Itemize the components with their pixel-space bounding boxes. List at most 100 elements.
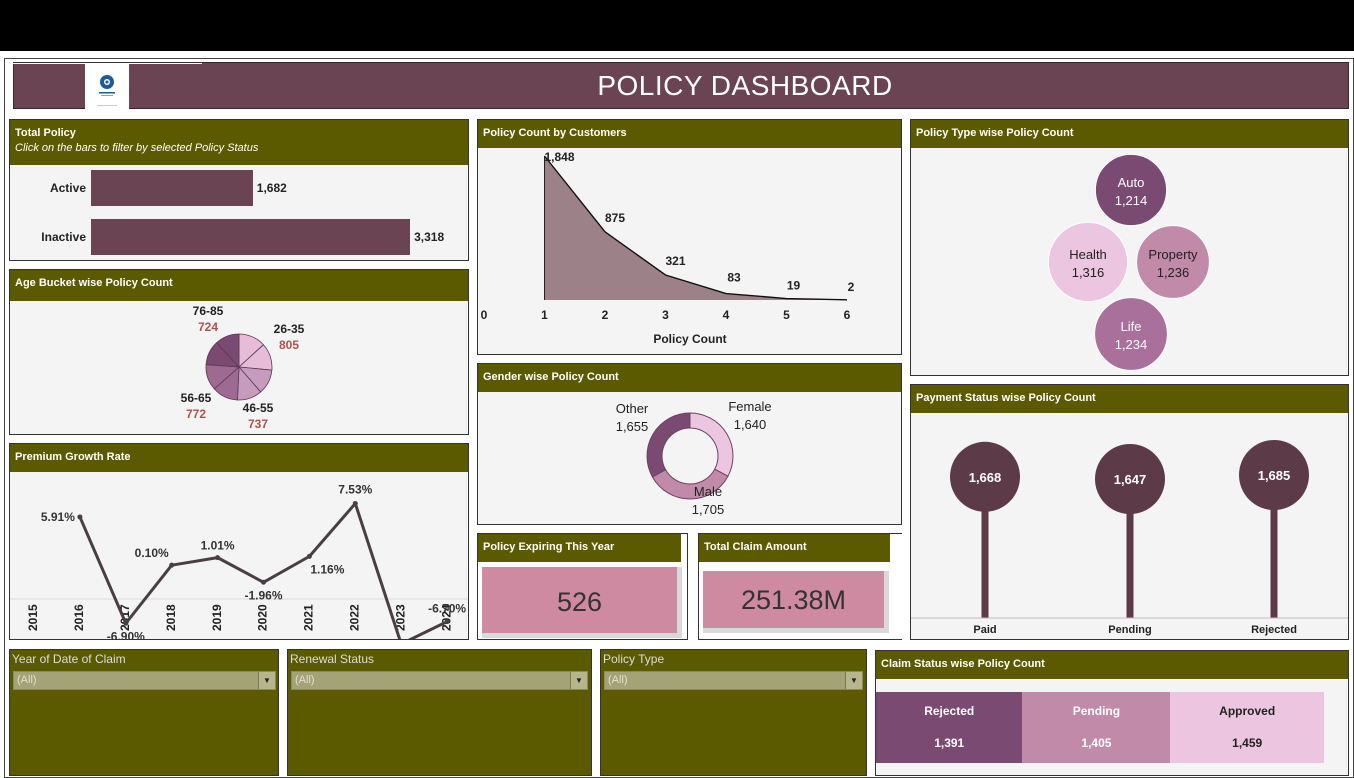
x-tick-label: 5 bbox=[783, 308, 790, 322]
x-tick-label: 2021 bbox=[302, 604, 316, 631]
panel-header: Premium Growth Rate bbox=[10, 444, 468, 472]
bubble-label: Health bbox=[1069, 247, 1107, 262]
growth-point bbox=[215, 555, 221, 561]
policy-type-bubble bbox=[1136, 225, 1210, 299]
x-tick-label: 1 bbox=[541, 308, 548, 322]
donut-category-label: Male bbox=[694, 484, 722, 499]
payment-lollipop-chart: 1,668 Paid 1,647 Pending 1,685 Rejected bbox=[911, 440, 1348, 636]
age-bucket-pie-chart: 26-35 805 46-55 737 56-65 772 76-85 724 bbox=[181, 304, 305, 431]
year-filter-dropdown[interactable]: (All) ▼ bbox=[13, 671, 276, 690]
panel-title: Policy Type wise Policy Count bbox=[916, 127, 1074, 139]
panel-title: Total Claim Amount bbox=[704, 541, 807, 553]
pie-value-label: 737 bbox=[248, 417, 268, 431]
growth-data-label: 0.10% bbox=[135, 546, 169, 560]
lollipop-category-label: Rejected bbox=[1251, 624, 1297, 636]
panel-header: Claim Status wise Policy Count bbox=[876, 651, 1348, 679]
banner-line-left bbox=[13, 63, 85, 64]
panel-header: Total Policy Click on the bars to filter… bbox=[10, 120, 468, 165]
panel-title: Premium Growth Rate bbox=[15, 451, 131, 463]
customers-panel: Policy Count by Customers 1,848 875 321 83 1… bbox=[477, 119, 902, 355]
lollipop-category-label: Pending bbox=[1108, 624, 1151, 636]
panel-header: Total Claim Amount bbox=[699, 534, 890, 562]
growth-data-label: 1.16% bbox=[310, 562, 344, 576]
policy-type-filter-dropdown[interactable]: (All) ▼ bbox=[604, 671, 863, 690]
panel-title: Gender wise Policy Count bbox=[483, 371, 619, 383]
pie-category-label: 76-85 bbox=[193, 304, 224, 318]
filter-label: Year of Date of Claim bbox=[12, 652, 126, 666]
dropdown-value: (All) bbox=[17, 674, 37, 686]
renewal-filter-dropdown[interactable]: (All) ▼ bbox=[291, 671, 588, 690]
chevron-down-icon[interactable]: ▼ bbox=[258, 672, 275, 689]
policy-type-filter[interactable]: Policy Type (All) ▼ bbox=[600, 649, 867, 776]
panel-title: Claim Status wise Policy Count bbox=[881, 658, 1045, 670]
bubble-value: 1,214 bbox=[1115, 193, 1148, 208]
growth-point bbox=[123, 620, 129, 626]
chevron-down-icon[interactable]: ▼ bbox=[845, 672, 862, 689]
x-tick-label: 2018 bbox=[164, 604, 178, 631]
pie-category-label: 46-55 bbox=[243, 401, 274, 415]
claim-amount-panel: Total Claim Amount 251.38M bbox=[698, 533, 902, 640]
pie-value-label: 724 bbox=[198, 320, 218, 334]
bubble-label: Auto bbox=[1118, 175, 1145, 190]
growth-data-label: -9.39% bbox=[362, 637, 400, 639]
segment-category-label: Pending bbox=[1072, 704, 1121, 718]
x-tick-label: 2015 bbox=[26, 604, 40, 631]
donut-slice bbox=[646, 412, 691, 478]
x-tick-label: 2020 bbox=[256, 604, 270, 631]
donut-category-label: Other bbox=[616, 401, 649, 416]
growth-data-label: -6.70% bbox=[428, 602, 466, 616]
gender-donut-chart: Female 1,640 Male 1,705 Other 1,655 bbox=[616, 399, 772, 517]
policy-status-bar bbox=[91, 219, 411, 255]
policy-type-bubble-chart: Auto 1,214 Health 1,316 Property 1,236 Life 1,2… bbox=[1047, 153, 1210, 371]
policy-type-bubble bbox=[1094, 297, 1168, 371]
filter-label: Renewal Status bbox=[290, 652, 375, 666]
lollipop-category-label: Paid bbox=[973, 624, 996, 636]
company-logo bbox=[85, 63, 129, 109]
pie-value-label: 772 bbox=[186, 407, 206, 421]
bubble-label: Property bbox=[1148, 247, 1198, 262]
gender-panel: Gender wise Policy Count Female 1,640 Male… bbox=[477, 363, 902, 525]
donut-slice bbox=[689, 412, 734, 477]
growth-point bbox=[352, 501, 358, 507]
panel-title: Payment Status wise Policy Count bbox=[916, 392, 1096, 404]
data-label: 2 bbox=[848, 280, 855, 294]
bar-label: Inactive bbox=[41, 230, 86, 244]
customers-area-chart: 1,8488753218319201234567Policy Count bbox=[481, 150, 855, 346]
growth-point bbox=[169, 562, 175, 568]
donut-category-label: Female bbox=[728, 399, 771, 414]
banner-line-right bbox=[128, 63, 202, 64]
segment-value-label: 1,459 bbox=[1232, 736, 1263, 750]
renewal-filter[interactable]: Renewal Status (All) ▼ bbox=[287, 649, 592, 776]
dropdown-value: (All) bbox=[295, 674, 315, 686]
x-tick-label: 6 bbox=[844, 308, 851, 322]
panel-header: Age Bucket wise Policy Count bbox=[10, 270, 468, 301]
x-tick-label: 4 bbox=[723, 308, 730, 322]
panel-title: Total Policy bbox=[15, 127, 76, 139]
growth-data-label: -6.90% bbox=[107, 629, 145, 639]
bar-value-label: 3,318 bbox=[414, 230, 445, 244]
segment-value-label: 1,391 bbox=[934, 736, 965, 750]
claim-status-panel: Claim Status wise Policy Count Rejected 1… bbox=[875, 650, 1349, 776]
panel-header: Gender wise Policy Count bbox=[478, 364, 901, 392]
growth-data-label: 5.91% bbox=[41, 510, 75, 524]
panel-header: Payment Status wise Policy Count bbox=[911, 385, 1348, 413]
donut-value-label: 1,640 bbox=[734, 417, 767, 432]
premium-growth-line-chart: 2015 2016 2017 2018 2019 2020 2021 2022 2023 2024… bbox=[10, 483, 468, 639]
bubble-value: 1,316 bbox=[1072, 265, 1105, 280]
x-tick-label: 0 bbox=[481, 308, 488, 322]
x-axis-label: Policy Count bbox=[653, 332, 726, 346]
age-bucket-panel: Age Bucket wise Policy Count 26-35 805 46-… bbox=[9, 269, 469, 435]
chevron-down-icon[interactable]: ▼ bbox=[570, 672, 587, 689]
growth-point bbox=[261, 579, 266, 585]
claim-status-segment: Pending 1,405 bbox=[1022, 692, 1171, 763]
data-label: 321 bbox=[665, 254, 685, 268]
lollipop-value-label: 1,668 bbox=[969, 470, 1002, 485]
panel-subtitle: Click on the bars to filter by selected … bbox=[15, 142, 259, 154]
panel-header: Policy Expiring This Year bbox=[478, 534, 681, 562]
x-tick-label: 2022 bbox=[347, 604, 361, 631]
lollipop-value-label: 1,647 bbox=[1114, 472, 1147, 487]
shield-eye-icon bbox=[97, 75, 117, 106]
year-filter[interactable]: Year of Date of Claim (All) ▼ bbox=[9, 649, 279, 776]
panel-title: Age Bucket wise Policy Count bbox=[15, 277, 173, 289]
window-top-bar bbox=[0, 0, 1354, 51]
